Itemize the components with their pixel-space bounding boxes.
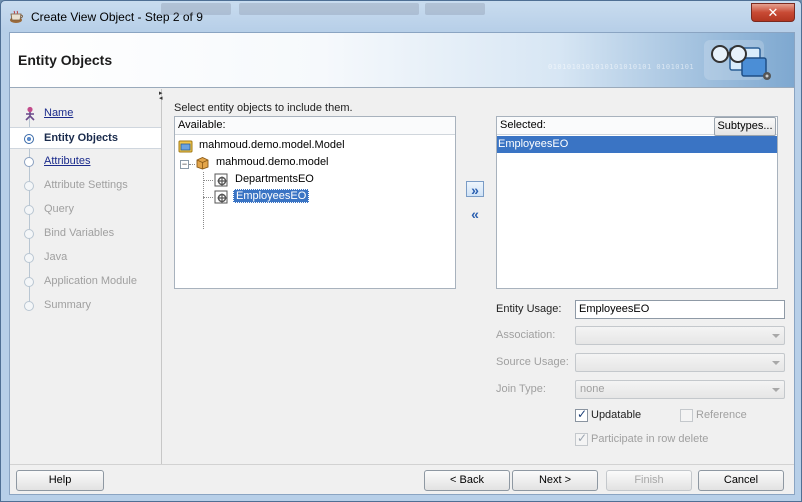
- join-type-select: none: [575, 380, 785, 399]
- step-current-marker: [24, 134, 34, 144]
- instructions-text: Select entity objects to include them.: [174, 102, 353, 114]
- participate-row-delete-checkbox: [575, 431, 588, 446]
- available-list[interactable]: Available: mahmoud.demo.model.Model − ma…: [174, 116, 456, 289]
- page-title: Entity Objects: [18, 52, 113, 68]
- available-label: Available:: [178, 119, 226, 131]
- background-window-text: [425, 3, 485, 15]
- association-label: Association:: [496, 329, 556, 341]
- chevron-left-icon: «: [471, 206, 479, 222]
- dialog-client-area: Entity Objects 0101010101010101010101 01…: [9, 32, 795, 495]
- updatable-checkbox[interactable]: [575, 407, 588, 422]
- step-application-module: Application Module: [10, 271, 161, 293]
- cancel-button[interactable]: Cancel: [698, 470, 784, 491]
- tree-node-label: mahmoud.demo.model.Model: [199, 139, 345, 151]
- chevron-down-icon: [772, 361, 780, 365]
- view-object-glasses-icon: [704, 40, 771, 80]
- updatable-label: Updatable: [591, 409, 642, 421]
- background-window-text: [161, 3, 231, 15]
- reference-checkbox: [680, 409, 693, 422]
- step-bind-variables: Bind Variables: [10, 223, 161, 245]
- participate-row-delete-label: Participate in row delete: [591, 433, 709, 445]
- step-label: Name: [44, 107, 74, 119]
- step-entity-objects[interactable]: Entity Objects: [10, 127, 161, 149]
- step-marker: [24, 205, 34, 215]
- join-type-label: Join Type:: [496, 383, 546, 395]
- chevron-down-icon: [772, 334, 780, 338]
- step-label: Summary: [44, 299, 92, 311]
- remove-selected-button[interactable]: «: [466, 206, 484, 222]
- step-summary: Summary: [10, 295, 161, 317]
- title-bar[interactable]: Create View Object - Step 2 of 9 ✕: [1, 1, 801, 33]
- step-label: Attribute Settings: [44, 179, 128, 191]
- coffee-cup-icon: [10, 10, 23, 23]
- selected-label: Selected:: [500, 119, 546, 131]
- chevron-right-icon: »: [471, 182, 479, 198]
- close-icon: ✕: [767, 5, 779, 20]
- help-button[interactable]: Help: [16, 470, 104, 491]
- step-marker: [24, 181, 34, 191]
- step-label: Application Module: [44, 275, 137, 287]
- finish-button: Finish: [606, 470, 692, 491]
- tree-connector: [203, 180, 213, 181]
- step-label: Entity Objects: [44, 132, 118, 144]
- entity-object-icon: [214, 190, 228, 204]
- step-marker: [24, 157, 34, 167]
- step-label: Bind Variables: [44, 227, 115, 239]
- person-icon: [25, 106, 35, 121]
- step-marker: [24, 229, 34, 239]
- join-type-value: none: [580, 383, 605, 395]
- package-icon: [196, 157, 209, 170]
- step-marker: [24, 277, 34, 287]
- chevron-down-icon: [772, 388, 780, 392]
- step-label: Attributes: [44, 155, 91, 167]
- binary-decoration: 0101010101010101010101 01010101: [548, 63, 695, 71]
- project-folder-icon: [178, 140, 193, 153]
- wizard-footer: Help < Back Next > Finish Cancel: [10, 464, 794, 494]
- wizard-header: Entity Objects 0101010101010101010101 01…: [10, 33, 794, 88]
- back-button[interactable]: < Back: [424, 470, 510, 491]
- next-button[interactable]: Next >: [512, 470, 598, 491]
- step-java: Java: [10, 247, 161, 269]
- step-query: Query: [10, 199, 161, 221]
- reference-label: Reference: [696, 409, 747, 421]
- available-header: Available:: [175, 117, 455, 135]
- close-button[interactable]: ✕: [751, 3, 795, 22]
- step-marker: [24, 253, 34, 263]
- subtypes-button[interactable]: Subtypes...: [714, 117, 776, 136]
- background-window-text: [239, 3, 419, 15]
- tree-connector: [203, 197, 213, 198]
- selected-list-item[interactable]: EmployeesEO: [497, 136, 777, 153]
- entity-usage-label: Entity Usage:: [496, 303, 562, 315]
- nav-splitter[interactable]: [161, 89, 162, 464]
- collapse-toggle-icon[interactable]: −: [180, 160, 189, 169]
- wizard-steps-nav: Name Entity Objects Attributes Attribute…: [10, 89, 162, 464]
- step-attributes[interactable]: Attributes: [10, 151, 161, 173]
- entity-usage-field[interactable]: EmployeesEO: [575, 300, 785, 319]
- source-usage-select: [575, 353, 785, 372]
- tree-node-label: EmployeesEO: [233, 189, 310, 203]
- tree-node-label: mahmoud.demo.model: [216, 156, 329, 168]
- dialog-window: Create View Object - Step 2 of 9 ✕ Entit…: [0, 0, 802, 502]
- splitter-grip-icon[interactable]: ▸ ◂: [159, 90, 164, 107]
- step-name[interactable]: Name: [10, 103, 161, 125]
- step-label: Java: [44, 251, 68, 263]
- add-selected-button[interactable]: »: [466, 181, 484, 198]
- source-usage-label: Source Usage:: [496, 356, 569, 368]
- association-select: [575, 326, 785, 345]
- step-label: Query: [44, 203, 74, 215]
- step-marker: [24, 301, 34, 311]
- entity-object-icon: [214, 173, 228, 187]
- tree-node-label: DepartmentsEO: [235, 173, 314, 185]
- step-attribute-settings: Attribute Settings: [10, 175, 161, 197]
